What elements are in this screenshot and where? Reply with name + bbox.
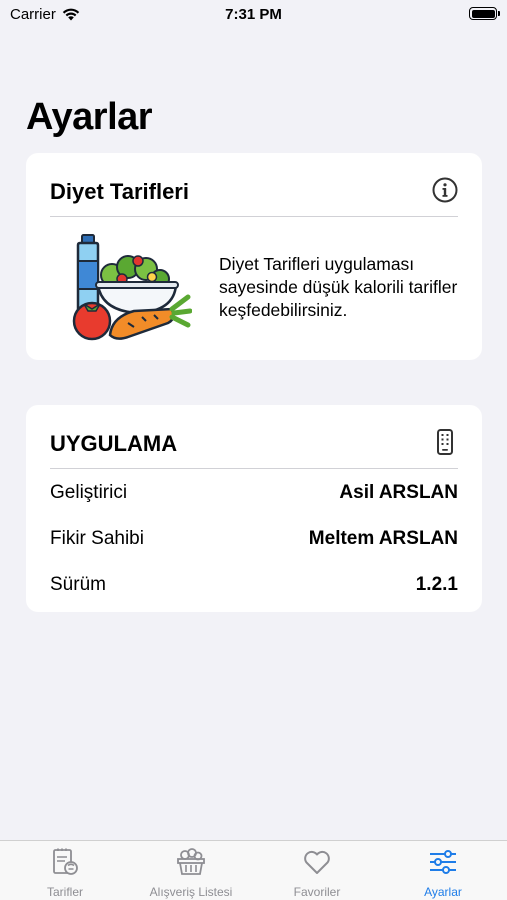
developer-row: Geliştirici Asil ARSLAN xyxy=(50,482,458,510)
tab-recipes[interactable]: Tarifler xyxy=(2,847,128,899)
developer-label: Geliştirici xyxy=(50,482,128,503)
version-value: 1.2.1 xyxy=(415,574,458,595)
clock: 7:31 PM xyxy=(225,6,282,23)
recipe-icon xyxy=(53,848,78,875)
app-card-header: UYGULAMA xyxy=(50,425,458,469)
battery-icon xyxy=(469,7,500,20)
info-icon[interactable] xyxy=(432,177,458,203)
developer-value: Asil ARSLAN xyxy=(339,482,458,503)
app-card-title: UYGULAMA xyxy=(50,431,178,456)
page-title: Ayarlar xyxy=(26,96,153,138)
tab-favorites[interactable]: Favoriler xyxy=(254,847,380,899)
version-row: Sürüm 1.2.1 xyxy=(50,574,458,602)
idea-owner-value: Meltem ARSLAN xyxy=(308,528,458,549)
status-bar: Carrier 7:31 PM xyxy=(0,0,507,28)
diet-card-title: Diyet Tarifleri xyxy=(50,179,189,204)
heart-icon xyxy=(304,850,330,874)
tab-recipes-label: Tarifler xyxy=(46,885,83,899)
phone-icon xyxy=(437,429,453,455)
app-info-card: UYGULAMA Geliştirici Asil ARSLAN Fikir S… xyxy=(26,405,482,612)
tab-favorites-label: Favoriler xyxy=(293,885,341,899)
diet-card-header: Diyet Tarifleri xyxy=(50,173,458,217)
sliders-icon xyxy=(430,850,456,874)
diet-description: Diyet Tarifleri uygulaması sayesinde düş… xyxy=(219,254,458,320)
idea-owner-row: Fikir Sahibi Meltem ARSLAN xyxy=(50,528,458,556)
tab-bar: Tarifler Alışveriş Listesi Favoriler Aya… xyxy=(0,840,507,900)
tab-settings[interactable]: Ayarlar xyxy=(380,847,506,899)
tab-shopping-list-label: Alışveriş Listesi xyxy=(149,885,233,899)
idea-owner-label: Fikir Sahibi xyxy=(50,528,144,549)
version-label: Sürüm xyxy=(50,574,106,595)
tab-settings-label: Ayarlar xyxy=(424,885,462,899)
diet-recipes-card: Diyet Tarifleri Diyet Tarifleri uygulama… xyxy=(26,153,482,360)
tab-shopping-list[interactable]: Alışveriş Listesi xyxy=(128,847,254,899)
basket-icon xyxy=(177,848,205,875)
diet-food-illustration xyxy=(72,234,192,341)
